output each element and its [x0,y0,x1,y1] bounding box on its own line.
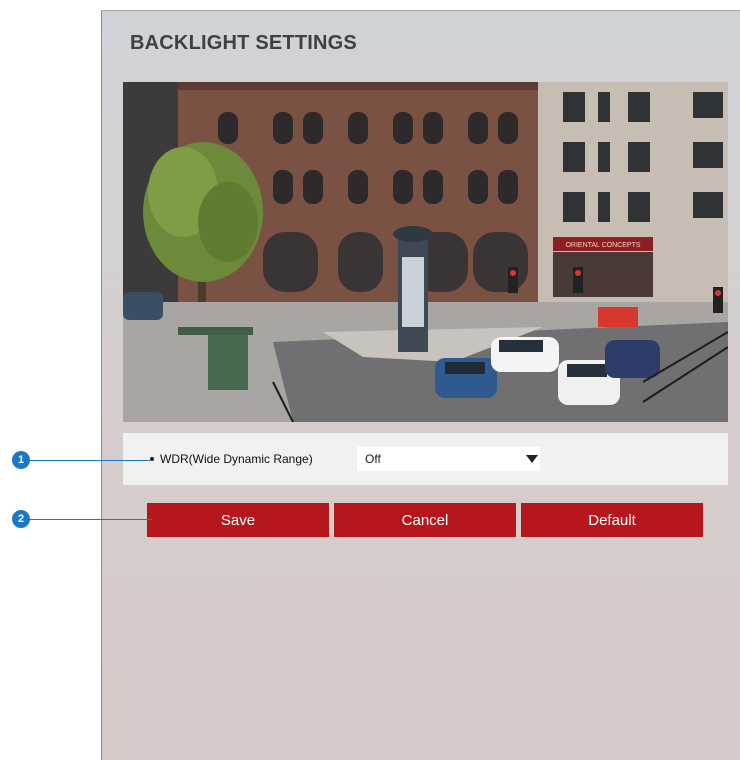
dropdown-arrow-icon[interactable] [526,455,538,463]
callout-2-line [30,519,152,520]
camera-live-view: ORIENTAL CONCEPTS [123,82,728,422]
shop-sign-text: ORIENTAL CONCEPTS [565,242,640,249]
wdr-selected-value: Off [365,452,381,466]
default-button[interactable]: Default [521,503,703,537]
callout-1-line [30,460,150,461]
wdr-label: WDR(Wide Dynamic Range) [160,452,313,466]
cancel-button[interactable]: Cancel [334,503,516,537]
bullet-icon [150,457,154,461]
page-title: BACKLIGHT SETTINGS [130,32,357,54]
save-button[interactable]: Save [147,503,329,537]
callout-1-badge: 1 [12,451,30,469]
callout-2-badge: 2 [12,510,30,528]
wdr-select[interactable]: Off [357,447,540,471]
